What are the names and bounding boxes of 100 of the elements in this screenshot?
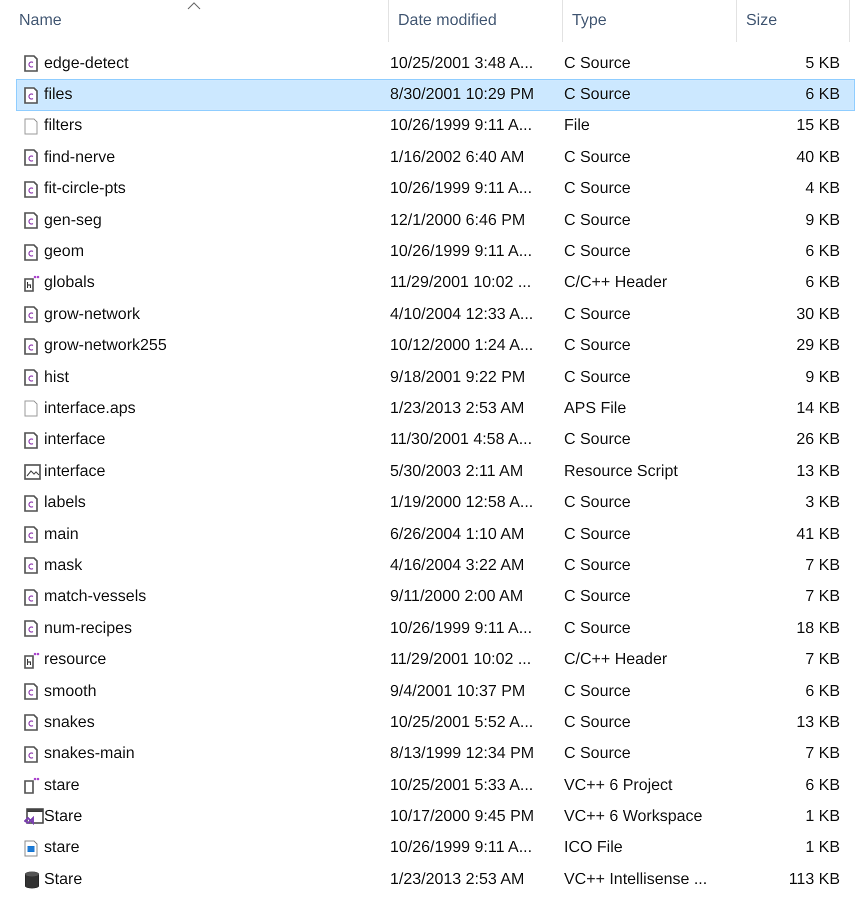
file-row[interactable]: num-recipes 10/26/1999 9:11 A... C Source 18 KB (16, 613, 855, 644)
size-cell-text: 14 KB (796, 400, 841, 418)
file-name: find-nerve (44, 148, 116, 167)
date-cell-text: 10/26/1999 9:11 A... (390, 117, 534, 136)
file-row[interactable]: globals 11/29/2001 10:02 ... C/C++ Header 6 KB (16, 268, 855, 300)
file-row[interactable]: files 8/30/2001 10:29 PM C Source 6 KB (16, 79, 855, 111)
file-name: smooth (44, 682, 96, 700)
size-cell-text: 6 KB (805, 86, 841, 104)
c-file-icon (24, 526, 38, 544)
size-cell-text: 5 KB (805, 54, 841, 73)
type-cell-text: C Source (564, 526, 632, 544)
file-name: main (44, 526, 79, 544)
file-row[interactable]: labels 1/19/2000 12:58 A... C Source 3 KB (16, 487, 855, 519)
date-cell-text: 10/12/2000 1:24 A... (390, 337, 534, 356)
column-header[interactable]: Size (737, 0, 850, 42)
file-name: snakes-main (44, 745, 135, 764)
size-cell-text: 3 KB (805, 494, 841, 512)
file-row[interactable]: fit-circle-pts 10/26/1999 9:11 A... C Source 4 KB (16, 174, 855, 205)
file-row[interactable]: hist 9/18/2001 9:22 PM C Source 9 KB (16, 362, 855, 394)
file-name: Stare (44, 808, 82, 826)
file-row[interactable]: interface.aps 1/23/2013 2:53 AM APS File 14 KB (16, 393, 855, 425)
size-cell-text: 13 KB (796, 462, 841, 481)
type-cell-text: VC++ 6 Workspace (564, 808, 704, 826)
c-file-icon (24, 746, 38, 763)
type-cell-text: ICO File (564, 839, 624, 858)
blank-file-icon (24, 400, 38, 418)
file-row[interactable]: grow-network255 10/12/2000 1:24 A... C Source 29 KB (16, 330, 855, 362)
date-cell-text: 8/13/1999 12:34 PM (390, 745, 536, 764)
c-file-icon (24, 620, 38, 638)
file-name: grow-network255 (44, 337, 167, 356)
file-name: files (44, 86, 72, 104)
size-cell-text: 29 KB (796, 337, 841, 356)
type-cell-text: C Source (564, 556, 632, 575)
file-row[interactable]: stare 10/26/1999 9:11 A... ICO File 1 KB (16, 832, 855, 864)
type-cell-text: C Source (564, 682, 632, 700)
file-row[interactable]: interface 5/30/2003 2:11 AM Resource Script 13 KB (16, 456, 855, 488)
file-row[interactable]: filters 10/26/1999 9:11 A... File 15 KB (16, 110, 855, 142)
date-cell-text: 10/25/2001 5:52 A... (390, 714, 534, 732)
file-row[interactable]: resource 11/29/2001 10:02 ... C/C++ Header 7 KB (16, 644, 855, 676)
type-cell-text: VC++ 6 Project (564, 776, 674, 795)
c-file-icon (24, 149, 38, 166)
type-cell-text: C Source (564, 431, 632, 450)
date-cell-text: 1/23/2013 2:53 AM (390, 870, 526, 889)
size-cell-text: 113 KB (788, 870, 841, 889)
size-cell-text: 41 KB (796, 526, 841, 544)
type-cell-text: C Source (564, 180, 632, 198)
c-file-icon (24, 338, 38, 355)
date-cell-text: 10/26/1999 9:11 A... (390, 180, 534, 198)
file-row[interactable]: smooth 9/4/2001 10:37 PM C Source 6 KB (16, 676, 855, 708)
type-cell-text: C/C++ Header (564, 274, 668, 292)
file-row[interactable]: geom 10/26/1999 9:11 A... C Source 6 KB (16, 236, 855, 268)
file-row[interactable]: stare 10/25/2001 5:33 A... VC++ 6 Project 6 KB (16, 770, 855, 802)
file-row[interactable]: edge-detect 10/25/2001 3:48 A... C Source 5 KB (16, 48, 855, 80)
date-cell-text: 4/16/2004 3:22 AM (390, 556, 526, 575)
date-cell-text: 6/26/2004 1:10 AM (390, 526, 526, 544)
file-name: resource (44, 651, 106, 670)
date-cell-text: 9/18/2001 9:22 PM (390, 368, 526, 387)
type-cell-text: C Source (564, 306, 632, 324)
project-file-icon (24, 777, 40, 794)
size-cell-text: 6 KB (805, 274, 841, 292)
size-cell-text: 6 KB (805, 776, 841, 795)
file-row[interactable]: Stare 1/23/2013 2:53 AM VC++ Intellisense ... 113 KB (16, 864, 855, 896)
type-cell-text: C Source (564, 148, 632, 167)
date-cell-text: 10/26/1999 9:11 A... (390, 243, 534, 262)
date-cell-text: 1/19/2000 12:58 A... (390, 494, 534, 512)
icon-file-icon (24, 840, 38, 857)
file-row[interactable]: snakes 10/25/2001 5:52 A... C Source 13 KB (16, 707, 855, 739)
file-name: stare (44, 776, 80, 795)
size-cell-text: 15 KB (796, 117, 841, 136)
column-header[interactable]: Type (563, 0, 737, 42)
c-file-icon (24, 86, 38, 104)
date-cell-text: 10/25/2001 3:48 A... (390, 54, 534, 73)
file-row[interactable]: interface 11/30/2001 4:58 A... C Source 26 KB (16, 424, 855, 456)
size-cell-text: 26 KB (796, 431, 841, 450)
file-row[interactable]: mask 4/16/2004 3:22 AM C Source 7 KB (16, 550, 855, 582)
date-cell-text: 4/10/2004 12:33 A... (390, 306, 534, 324)
file-row[interactable]: gen-seg 12/1/2000 6:46 PM C Source 9 KB (16, 204, 855, 236)
column-header[interactable]: Date modified (389, 0, 563, 42)
c-file-icon (24, 55, 38, 72)
date-cell-text: 12/1/2000 6:46 PM (390, 212, 526, 230)
file-row[interactable]: grow-network 4/10/2004 12:33 A... C Source 30 KB (16, 299, 855, 331)
file-row[interactable]: find-nerve 1/16/2002 6:40 AM C Source 40 KB (16, 142, 855, 174)
date-cell-text: 11/29/2001 10:02 ... (390, 651, 532, 670)
file-name: num-recipes (44, 620, 132, 638)
c-file-icon (24, 180, 38, 198)
type-cell-text: C Source (564, 212, 632, 230)
size-cell-text: 30 KB (796, 306, 841, 324)
type-cell-text: C Source (564, 714, 632, 732)
file-row[interactable]: main 6/26/2004 1:10 AM C Source 41 KB (16, 518, 855, 550)
file-row[interactable]: match-vessels 9/11/2000 2:00 AM C Source 7 KB (16, 582, 855, 614)
file-name: hist (44, 368, 69, 387)
file-row[interactable]: Stare 10/17/2000 9:45 PM VC++ 6 Workspace 1 KB (16, 801, 855, 833)
size-cell-text: 6 KB (805, 682, 841, 700)
file-name: grow-network (44, 306, 140, 324)
date-cell-text: 8/30/2001 10:29 PM (390, 86, 536, 104)
column-header[interactable]: Name (0, 0, 389, 42)
file-name: edge-detect (44, 54, 129, 73)
image-file-icon (24, 464, 41, 480)
file-row[interactable]: snakes-main 8/13/1999 12:34 PM C Source 7 KB (16, 738, 855, 770)
c-file-icon (24, 244, 38, 261)
